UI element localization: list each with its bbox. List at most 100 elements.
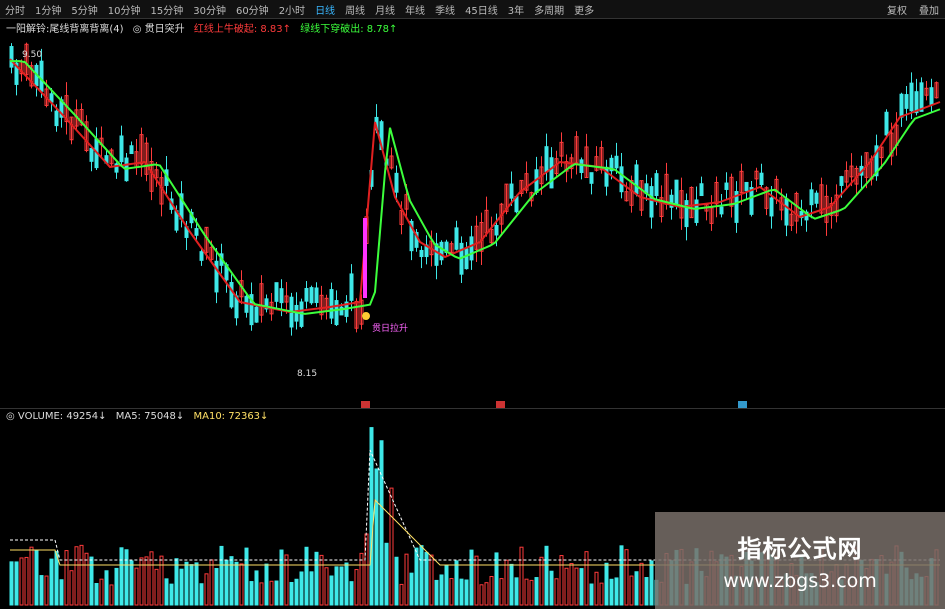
volume-bar bbox=[114, 567, 119, 606]
volume-bar bbox=[599, 582, 604, 606]
volume-bar bbox=[174, 558, 179, 606]
candle bbox=[229, 282, 234, 308]
volume-bar bbox=[279, 549, 284, 606]
volume-bar bbox=[429, 554, 434, 606]
volume-bar bbox=[504, 559, 509, 606]
candle bbox=[549, 157, 554, 189]
volume-bar bbox=[134, 567, 139, 606]
volume-bar bbox=[34, 550, 39, 606]
candle bbox=[614, 155, 619, 169]
volume-bar bbox=[264, 563, 269, 606]
candle bbox=[899, 93, 904, 118]
volume-bar bbox=[349, 581, 354, 606]
volume-bar bbox=[54, 550, 59, 606]
volume-bar bbox=[179, 568, 184, 606]
candle bbox=[494, 225, 499, 236]
volume-value[interactable]: ◎ VOLUME: 49254↓ bbox=[6, 411, 107, 422]
volume-bar bbox=[169, 583, 174, 606]
volume-bar bbox=[104, 570, 109, 606]
volume-bar bbox=[499, 578, 504, 606]
candle bbox=[884, 111, 889, 136]
volume-bar bbox=[204, 573, 209, 606]
candle bbox=[699, 183, 704, 197]
volume-bar bbox=[594, 571, 599, 606]
volume-bar bbox=[234, 561, 239, 606]
candle bbox=[724, 182, 729, 190]
volume-bar bbox=[219, 545, 224, 606]
volume-bar bbox=[374, 468, 379, 606]
candle bbox=[769, 197, 774, 217]
candle bbox=[349, 273, 354, 301]
volume-bar bbox=[609, 578, 614, 606]
volume-bar bbox=[444, 564, 449, 606]
volume-bar bbox=[289, 581, 294, 606]
volume-bar bbox=[274, 580, 279, 606]
volume-bar bbox=[469, 549, 474, 606]
volume-bar bbox=[344, 562, 349, 606]
volume-bar bbox=[239, 563, 244, 606]
volume-bar bbox=[244, 547, 249, 606]
volume-bar bbox=[614, 577, 619, 606]
volume-bar bbox=[439, 574, 444, 606]
volume-bar bbox=[634, 571, 639, 606]
volume-bar bbox=[414, 547, 419, 606]
volume-bar bbox=[449, 578, 454, 606]
volume-bar bbox=[309, 571, 314, 606]
volume-bar bbox=[389, 487, 394, 606]
candle bbox=[919, 82, 924, 112]
pane-divider[interactable] bbox=[0, 408, 945, 409]
volume-bar bbox=[544, 545, 549, 606]
candle bbox=[329, 289, 334, 319]
volume-bar bbox=[284, 554, 289, 606]
volume-bar bbox=[254, 570, 259, 606]
volume-bar bbox=[649, 560, 654, 606]
candle bbox=[469, 236, 474, 261]
high-price-label: 9.50 bbox=[22, 50, 43, 60]
candle bbox=[619, 166, 624, 193]
candle bbox=[654, 173, 659, 197]
volume-bar bbox=[619, 545, 624, 606]
candle bbox=[744, 181, 749, 192]
volume-bar bbox=[474, 555, 479, 606]
candle bbox=[394, 172, 399, 193]
volume-bar bbox=[549, 570, 554, 606]
volume-bar bbox=[69, 570, 74, 606]
volume-bar bbox=[9, 561, 14, 606]
volume-bar bbox=[519, 546, 524, 606]
candle bbox=[694, 199, 699, 223]
volume-bar bbox=[199, 583, 204, 606]
volume-bar bbox=[24, 556, 29, 606]
candle bbox=[784, 198, 789, 226]
watermark: 指标公式网 www.zbgs3.com bbox=[655, 512, 945, 609]
volume-bar bbox=[144, 556, 149, 606]
volume-bar bbox=[329, 575, 334, 606]
volume-bar bbox=[79, 544, 84, 606]
volume-bar bbox=[84, 552, 89, 606]
candle bbox=[129, 145, 134, 155]
volume-bar bbox=[39, 575, 44, 606]
volume-bar bbox=[404, 553, 409, 606]
candle bbox=[314, 287, 319, 304]
volume-bar bbox=[624, 549, 629, 606]
volume-bar bbox=[44, 575, 49, 606]
candle bbox=[199, 251, 204, 261]
volume-bar bbox=[559, 555, 564, 606]
volume-bar bbox=[514, 577, 519, 606]
volume-bar bbox=[569, 563, 574, 606]
volume-bar bbox=[259, 582, 264, 606]
volume-bar bbox=[464, 579, 469, 606]
candle bbox=[214, 260, 219, 293]
volume-bar bbox=[129, 560, 134, 606]
volume-ma5: MA5: 75048↓ bbox=[115, 411, 185, 422]
volume-bar bbox=[604, 562, 609, 606]
candle bbox=[649, 186, 654, 218]
volume-bar bbox=[119, 547, 124, 606]
volume-bar bbox=[194, 562, 199, 606]
volume-bar bbox=[379, 440, 384, 606]
volume-bar bbox=[109, 584, 114, 606]
volume-bar bbox=[49, 558, 54, 606]
volume-bar bbox=[189, 564, 194, 606]
volume-bar bbox=[94, 583, 99, 606]
candle bbox=[439, 241, 444, 261]
chart-window: 分时 1分钟 5分钟 10分钟 15分钟 30分钟 60分钟 2小时 日线 周线 月线 年线 季线 45日… bbox=[0, 0, 945, 609]
